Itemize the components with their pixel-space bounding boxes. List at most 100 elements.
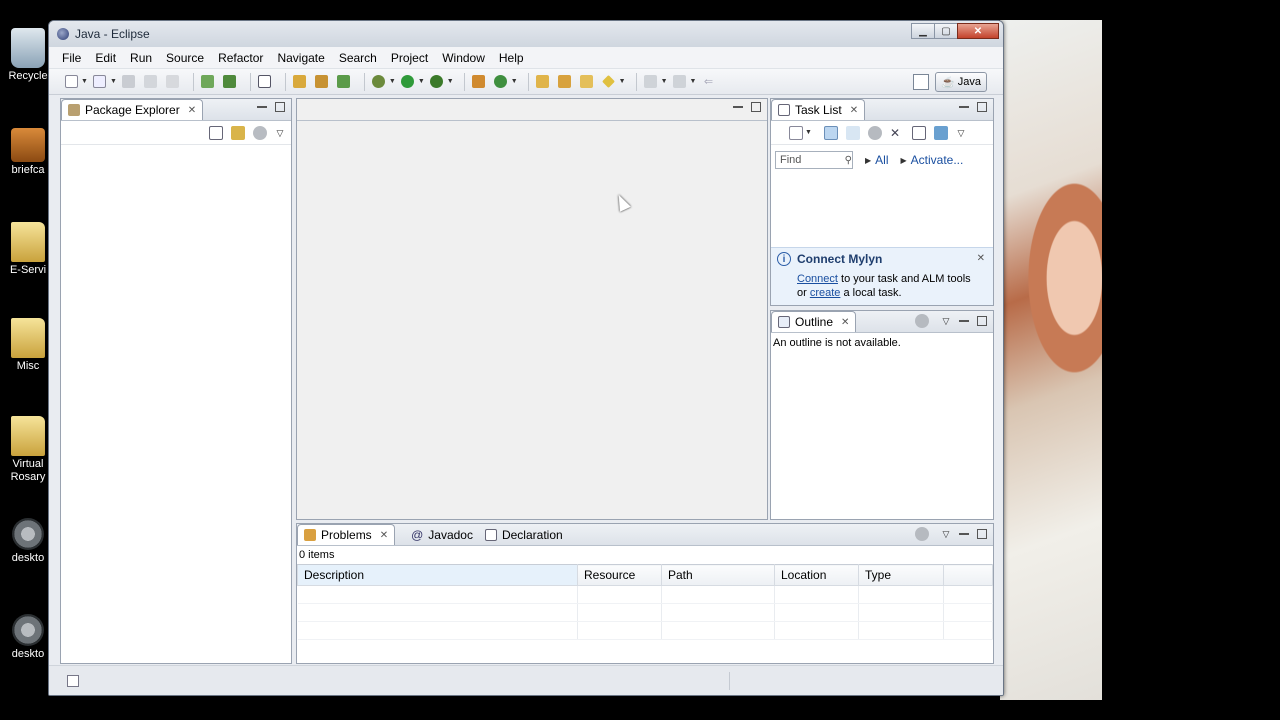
activate-link[interactable]: Activate... <box>911 153 964 167</box>
view-menu-icon[interactable]: ▽ <box>956 128 966 138</box>
menu-window[interactable]: Window <box>435 51 492 65</box>
open-perspective-icon[interactable] <box>913 74 930 90</box>
desktop-icon-briefcase[interactable]: briefca <box>6 124 50 177</box>
categorized-icon[interactable] <box>823 125 838 140</box>
open-dropdown-icon[interactable]: ▼ <box>110 78 117 85</box>
menu-navigate[interactable]: Navigate <box>270 51 331 65</box>
hide-completed-icon[interactable]: ✕ <box>890 126 904 140</box>
build-icon[interactable] <box>200 74 216 90</box>
run-icon[interactable] <box>400 74 416 90</box>
debug-icon[interactable] <box>371 74 387 90</box>
minimize-view-icon[interactable] <box>959 316 969 322</box>
search-dropdown-icon[interactable]: ▼ <box>619 78 626 85</box>
view-menu-icon[interactable]: ▽ <box>275 128 285 138</box>
new-interface-icon[interactable] <box>471 74 487 90</box>
new-icon[interactable] <box>63 74 79 90</box>
desktop-icon-desktop1[interactable]: deskto <box>6 518 50 565</box>
tab-outline[interactable]: Outline ✕ <box>771 311 857 332</box>
menu-help[interactable]: Help <box>492 51 531 65</box>
save-all-icon[interactable] <box>143 74 159 90</box>
focus-icon[interactable] <box>867 125 882 140</box>
build-all-icon[interactable] <box>222 74 238 90</box>
back-icon[interactable]: ⇐ <box>700 74 716 90</box>
view-menu-icon[interactable]: ▽ <box>941 529 951 539</box>
maximize-button[interactable]: ▢ <box>934 23 958 39</box>
debug-dropdown-icon[interactable]: ▼ <box>389 78 396 85</box>
minimize-view-icon[interactable] <box>257 102 267 108</box>
new-java-project-icon[interactable] <box>292 74 308 90</box>
external-tools-icon[interactable] <box>429 74 445 90</box>
column-location[interactable]: Location <box>774 564 859 586</box>
collapse-all-icon[interactable] <box>911 125 926 140</box>
new-task-dropdown-icon[interactable]: ▼ <box>805 129 812 136</box>
desktop-icon-rosary[interactable]: Virtual Rosary <box>6 416 50 484</box>
open-type-icon[interactable] <box>535 74 551 90</box>
maximize-view-icon[interactable] <box>977 529 987 539</box>
new-package-icon[interactable] <box>314 74 330 90</box>
desktop-icon-eservice[interactable]: E-Servi <box>6 222 50 277</box>
open-folder-icon[interactable] <box>579 74 595 90</box>
previous-annotation-dropdown-icon[interactable]: ▼ <box>690 78 697 85</box>
coverage-icon[interactable] <box>493 74 509 90</box>
tab-task-list[interactable]: Task List ✕ <box>771 99 866 120</box>
toggle-mark-icon[interactable] <box>257 74 273 90</box>
menu-run[interactable]: Run <box>123 51 159 65</box>
next-annotation-dropdown-icon[interactable]: ▼ <box>661 78 668 85</box>
focus-icon[interactable] <box>253 125 267 140</box>
column-type[interactable]: Type <box>858 564 944 586</box>
view-menu-icon[interactable]: ▽ <box>941 316 951 326</box>
new-task-icon[interactable] <box>789 125 803 140</box>
collapse-all-icon[interactable] <box>209 125 223 140</box>
scheduled-icon[interactable] <box>845 125 860 140</box>
maximize-editor-icon[interactable] <box>751 102 761 112</box>
minimize-button[interactable]: ▁ <box>911 23 935 39</box>
new-dropdown-icon[interactable]: ▼ <box>81 78 88 85</box>
next-annotation-icon[interactable] <box>643 74 659 90</box>
all-link[interactable]: All <box>875 153 888 167</box>
minimize-view-icon[interactable] <box>959 529 969 535</box>
editor-area[interactable] <box>296 98 768 520</box>
close-tab-icon[interactable]: ✕ <box>380 530 388 541</box>
maximize-view-icon[interactable] <box>977 102 987 112</box>
menu-edit[interactable]: Edit <box>88 51 123 65</box>
save-icon[interactable] <box>121 74 137 90</box>
create-link[interactable]: create <box>810 287 841 299</box>
external-tools-dropdown-icon[interactable]: ▼ <box>447 78 454 85</box>
tab-package-explorer[interactable]: Package Explorer ✕ <box>61 99 204 120</box>
new-class-icon[interactable] <box>336 74 352 90</box>
coverage-dropdown-icon[interactable]: ▼ <box>511 78 518 85</box>
menu-project[interactable]: Project <box>384 51 435 65</box>
link-with-editor-icon[interactable] <box>231 125 245 140</box>
close-tab-icon[interactable]: ✕ <box>188 105 196 116</box>
menu-search[interactable]: Search <box>332 51 384 65</box>
open-icon[interactable] <box>92 74 108 90</box>
close-mylyn-icon[interactable]: ✕ <box>977 253 985 264</box>
minimize-editor-icon[interactable] <box>733 102 743 108</box>
menu-file[interactable]: File <box>55 51 88 65</box>
open-task-icon[interactable] <box>557 74 573 90</box>
fast-view-icon[interactable] <box>67 674 79 687</box>
menu-source[interactable]: Source <box>159 51 211 65</box>
desktop-icon-misc[interactable]: Misc <box>6 318 50 373</box>
find-input[interactable]: Find ⚲ <box>775 151 853 169</box>
connect-link[interactable]: Connect <box>797 273 838 285</box>
close-tab-icon[interactable]: ✕ <box>841 317 849 328</box>
close-button[interactable]: ✕ <box>957 23 999 39</box>
minimize-view-icon[interactable] <box>959 102 969 108</box>
desktop-icon-recycle[interactable]: Recycle <box>6 28 50 83</box>
maximize-view-icon[interactable] <box>977 316 987 326</box>
close-tab-icon[interactable]: ✕ <box>850 105 858 116</box>
synchronize-icon[interactable] <box>933 125 948 140</box>
search-icon[interactable] <box>601 74 617 90</box>
title-bar[interactable]: Java - Eclipse ▁ ▢ ✕ <box>49 21 1003 47</box>
column-resource[interactable]: Resource <box>577 564 662 586</box>
maximize-view-icon[interactable] <box>275 102 285 112</box>
desktop-icon-desktop2[interactable]: deskto <box>6 614 50 661</box>
tab-declaration[interactable]: Declaration <box>479 524 569 545</box>
menu-refactor[interactable]: Refactor <box>211 51 270 65</box>
run-dropdown-icon[interactable]: ▼ <box>418 78 425 85</box>
tab-javadoc[interactable]: @ Javadoc <box>405 524 479 545</box>
focus-icon[interactable] <box>915 527 929 541</box>
print-icon[interactable] <box>165 74 181 90</box>
focus-icon[interactable] <box>915 314 929 328</box>
